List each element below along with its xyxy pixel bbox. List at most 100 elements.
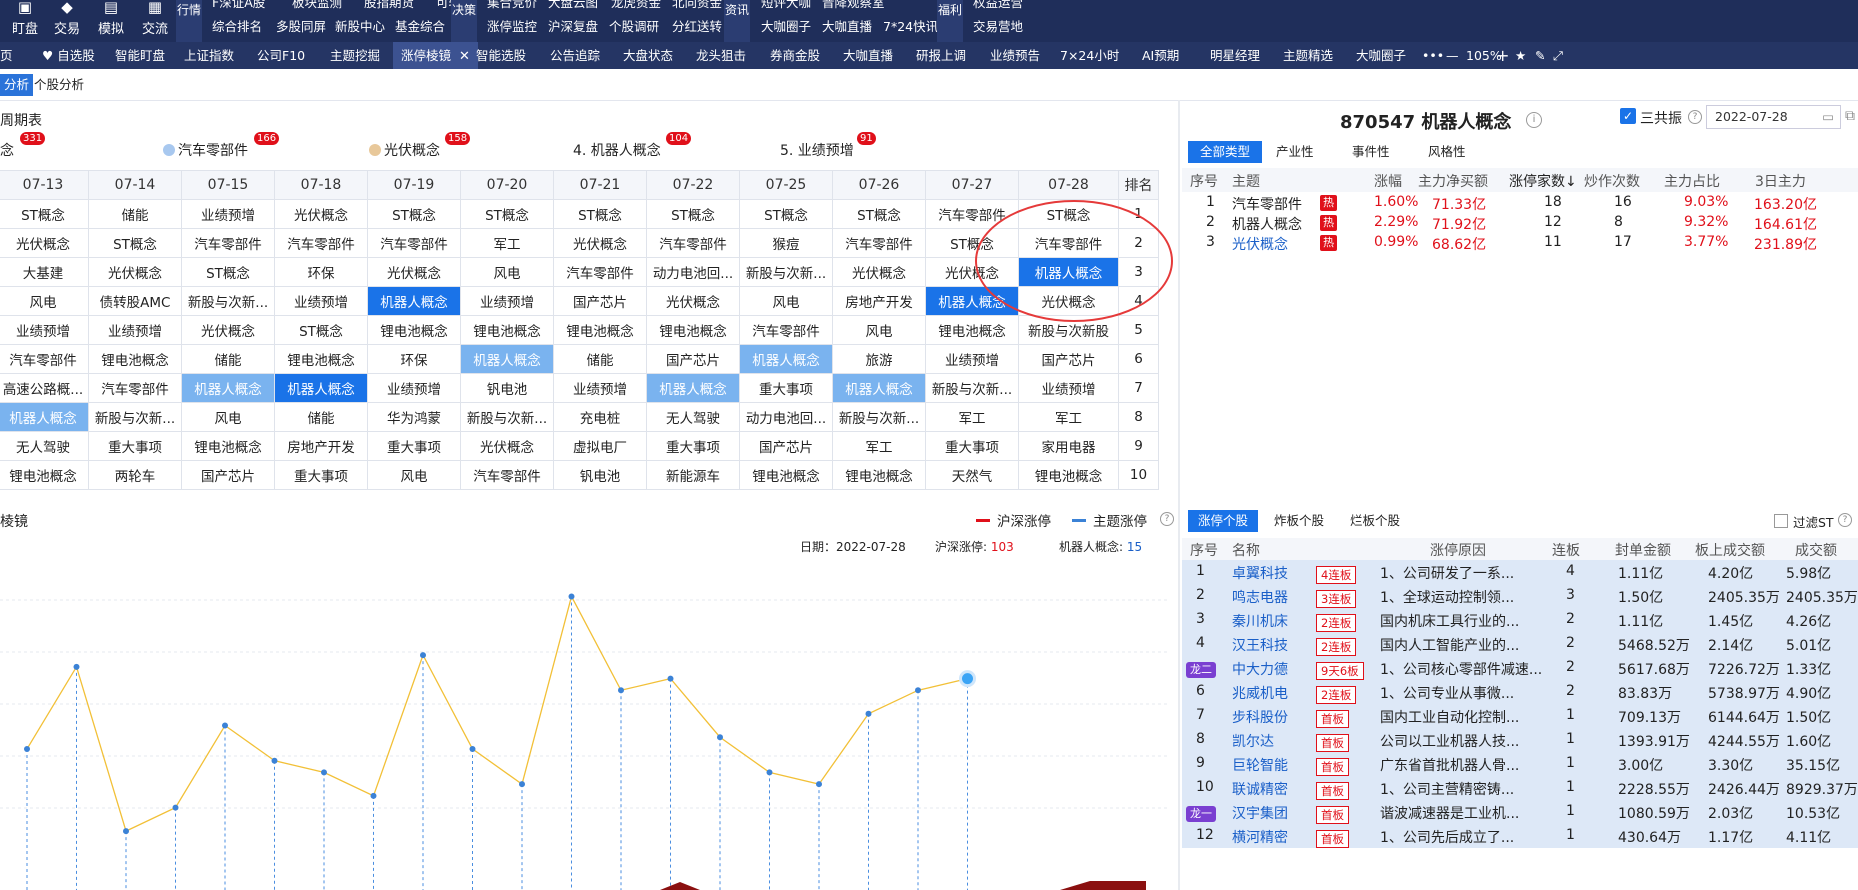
- theme-cell[interactable]: 汽车零部件: [181, 228, 275, 258]
- tab-theme-select[interactable]: 主题精选: [1283, 42, 1333, 69]
- theme-cell[interactable]: 机器人概念: [367, 286, 461, 316]
- nav-group-welfare[interactable]: 福利: [937, 0, 963, 42]
- data-point[interactable]: [321, 769, 327, 776]
- nav-group-market[interactable]: 行情: [176, 0, 202, 42]
- tab-weak-stocks[interactable]: 烂板个股: [1340, 510, 1410, 532]
- theme-cell[interactable]: ST概念: [646, 199, 740, 229]
- theme-cell[interactable]: ST概念: [553, 199, 647, 229]
- tab-announcement[interactable]: 公告追踪: [550, 42, 600, 69]
- nav-group-decision[interactable]: 决策: [451, 0, 477, 42]
- theme-cell[interactable]: ST概念: [460, 199, 554, 229]
- theme-cell[interactable]: 光伏概念: [274, 199, 368, 229]
- nav-auction[interactable]: 集合竞价: [487, 0, 537, 11]
- data-point[interactable]: [172, 804, 179, 811]
- theme-cell[interactable]: ST概念: [0, 199, 89, 229]
- theme-cell[interactable]: 锂电池概念: [367, 315, 461, 345]
- theme-cell[interactable]: 无人驾驶: [0, 431, 89, 461]
- theme-cell[interactable]: 机器人概念: [739, 344, 833, 374]
- zoom-in-icon[interactable]: +: [1496, 42, 1509, 69]
- filter-event[interactable]: 事件性: [1340, 141, 1402, 163]
- theme-cell[interactable]: 无人驾驶: [646, 402, 740, 432]
- stock-name[interactable]: 横河精密: [1232, 827, 1288, 847]
- theme-cell[interactable]: 机器人概念: [274, 373, 368, 403]
- theme-cell[interactable]: 国产芯片: [553, 286, 647, 316]
- theme-cell[interactable]: 钒电池: [553, 460, 647, 490]
- close-icon[interactable]: ✕: [459, 49, 470, 64]
- tab-manager[interactable]: 明星经理: [1210, 42, 1260, 69]
- theme-cell[interactable]: 业绩预增: [925, 344, 1019, 374]
- theme-cell[interactable]: 机器人概念: [181, 373, 275, 403]
- theme-cell[interactable]: 汽车零部件: [367, 228, 461, 258]
- theme-cell[interactable]: 新能源车: [646, 460, 740, 490]
- theme-cell[interactable]: 债转股AMC: [88, 286, 182, 316]
- theme-cell[interactable]: 重大事项: [646, 431, 740, 461]
- tab-forecast[interactable]: 业绩预告: [990, 42, 1040, 69]
- theme-cell[interactable]: 环保: [274, 257, 368, 287]
- nav-market-c[interactable]: 股指期货: [364, 0, 414, 11]
- stock-row[interactable]: 6 兆威机电 2连板 1、公司专业从事微... 2 83.83万 5738.97万 4.90亿: [1182, 680, 1858, 704]
- theme-cell[interactable]: 新股与次新...: [739, 257, 833, 287]
- nav-comment[interactable]: 短评大咖: [761, 0, 811, 11]
- data-point[interactable]: [519, 781, 525, 788]
- theme-cell[interactable]: 光伏概念: [181, 315, 275, 345]
- theme-cell[interactable]: 家用电器: [1018, 431, 1119, 461]
- stock-row[interactable]: 7 步科股份 首板 国内工业自动化控制... 1 709.13万 6144.64万 1.50亿: [1182, 704, 1858, 728]
- tab-live[interactable]: 大咖直播: [843, 42, 893, 69]
- theme-cell[interactable]: 军工: [460, 228, 554, 258]
- theme-cell[interactable]: 机器人概念: [0, 402, 89, 432]
- theme-cell[interactable]: 充电桩: [553, 402, 647, 432]
- theme-cell[interactable]: 业绩预增: [181, 199, 275, 229]
- nav-market-b[interactable]: 板块监测: [292, 0, 342, 11]
- data-point[interactable]: [816, 781, 822, 788]
- stock-name[interactable]: 中大力德: [1232, 659, 1288, 679]
- stock-row[interactable]: 龙一 汉宇集团 首板 谐波减速器是工业机... 1 1080.59万 2.03亿 10.53亿: [1182, 800, 1858, 824]
- zoom-out-icon[interactable]: —: [1446, 42, 1459, 69]
- theme-cell[interactable]: 储能: [88, 199, 182, 229]
- top-theme-4[interactable]: 4. 机器人概念 104: [573, 132, 692, 160]
- theme-cell[interactable]: 汽车零部件: [0, 344, 89, 374]
- theme-cell[interactable]: 锂电池概念: [88, 344, 182, 374]
- tab-leader[interactable]: 龙头狙击: [696, 42, 746, 69]
- nav-limit-monitor[interactable]: 涨停监控: [487, 16, 537, 35]
- tab-circle[interactable]: 大咖圈子: [1356, 42, 1406, 69]
- theme-cell[interactable]: 光伏概念: [553, 228, 647, 258]
- theme-cell[interactable]: 锂电池概念: [553, 315, 647, 345]
- theme-cell[interactable]: 国产芯片: [646, 344, 740, 374]
- theme-cell[interactable]: 锂电池概念: [832, 460, 926, 490]
- theme-cell[interactable]: 业绩预增: [553, 373, 647, 403]
- data-point[interactable]: [24, 745, 30, 752]
- date-header[interactable]: 07-18: [274, 170, 368, 200]
- theme-cell[interactable]: 汽车零部件: [460, 460, 554, 490]
- top-theme-2[interactable]: 汽车零部件 166: [163, 132, 280, 160]
- tab-smart-watch[interactable]: 智能盯盘: [115, 42, 165, 69]
- filter-style[interactable]: 风格性: [1416, 141, 1478, 163]
- date-header[interactable]: 07-28: [1018, 170, 1119, 200]
- data-point[interactable]: [370, 792, 377, 799]
- theme-cell[interactable]: ST概念: [88, 228, 182, 258]
- theme-cell[interactable]: 业绩预增: [88, 315, 182, 345]
- theme-cell[interactable]: 锂电池概念: [925, 315, 1019, 345]
- stock-row[interactable]: 4 汉王科技 2连板 国内人工智能产业的... 2 5468.52万 2.14亿 5.01亿: [1182, 632, 1858, 656]
- nav-sim-button[interactable]: ▤ 模拟: [86, 0, 136, 42]
- nav-community-button[interactable]: ▦ 交流: [130, 0, 180, 42]
- theme-cell[interactable]: 风电: [739, 286, 833, 316]
- nav-multi[interactable]: 多股同屏: [276, 16, 326, 35]
- data-point[interactable]: [222, 722, 228, 729]
- theme-cell[interactable]: 风电: [460, 257, 554, 287]
- tab-sh-index[interactable]: 上证指数: [184, 42, 234, 69]
- stock-name[interactable]: 汉宇集团: [1232, 803, 1288, 823]
- info-icon[interactable]: i: [1526, 112, 1542, 128]
- nav-dragon[interactable]: 龙虎资金: [611, 0, 661, 11]
- theme-cell[interactable]: 新股与次新...: [832, 402, 926, 432]
- data-point[interactable]: [865, 710, 872, 717]
- nav-live[interactable]: 大咖直播: [822, 16, 872, 35]
- data-point[interactable]: [420, 652, 426, 659]
- theme-cell[interactable]: 汽车零部件: [646, 228, 740, 258]
- theme-cell[interactable]: 风电: [832, 315, 926, 345]
- theme-cell[interactable]: 动力电池回...: [646, 257, 740, 287]
- theme-cell[interactable]: 汽车零部件: [274, 228, 368, 258]
- theme-cell[interactable]: 大基建: [0, 257, 89, 287]
- data-point[interactable]: [469, 745, 476, 752]
- theme-cell[interactable]: 国产芯片: [1018, 344, 1119, 374]
- tab-watchlist[interactable]: ♥ 自选股: [42, 42, 95, 69]
